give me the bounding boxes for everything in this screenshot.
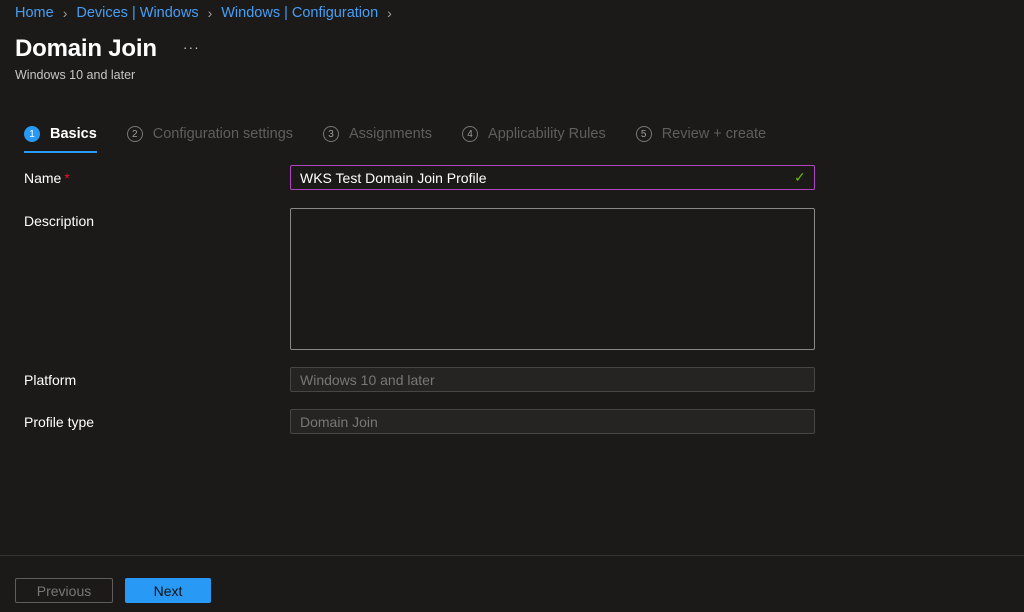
more-options-icon[interactable]: ··· [183,39,200,55]
tab-review-create[interactable]: 5 Review + create [635,122,767,146]
page-subtitle: Windows 10 and later [15,68,136,82]
name-label: Name * [24,170,70,186]
tab-configuration-settings[interactable]: 2 Configuration settings [126,122,294,146]
profile-type-label: Profile type [24,414,95,430]
platform-value: Windows 10 and later [300,371,435,388]
platform-field: Windows 10 and later [290,367,815,392]
step-label: Applicability Rules [488,126,606,142]
chevron-right-icon: › [62,5,68,21]
step-label: Configuration settings [152,126,294,142]
profile-type-value: Domain Join [300,413,378,430]
page-header: Domain Join ··· [15,35,200,63]
tab-applicability-rules[interactable]: 4 Applicability Rules [462,122,606,146]
footer-divider [0,555,1024,556]
description-textarea[interactable] [290,208,815,350]
step-number-icon: 3 [323,126,340,142]
tab-assignments[interactable]: 3 Assignments [323,122,432,146]
chevron-right-icon: › [387,5,392,21]
breadcrumb-windows-configuration[interactable]: Windows | Configuration [221,5,378,21]
checkmark-icon: ✓ [794,169,806,185]
step-number-icon: 4 [462,126,479,142]
platform-label: Platform [24,372,77,388]
step-number-icon: 2 [126,126,143,142]
step-number-icon: 5 [635,126,652,142]
step-label: Basics [50,126,97,142]
breadcrumb-devices-windows[interactable]: Devices | Windows [76,5,198,21]
profile-type-field: Domain Join [290,409,815,434]
step-label: Review + create [661,126,767,142]
page-title: Domain Join [15,35,157,62]
breadcrumb: Home › Devices | Windows › Windows | Con… [15,5,401,21]
description-label: Description [24,213,95,229]
tab-basics[interactable]: 1 Basics [24,122,97,153]
step-number-icon: 1 [24,126,40,142]
name-input[interactable] [290,165,815,190]
chevron-right-icon: › [207,5,213,21]
previous-button[interactable]: Previous [15,578,113,603]
required-indicator: * [64,170,70,186]
breadcrumb-home[interactable]: Home [15,5,54,21]
next-button[interactable]: Next [125,578,211,603]
step-label: Assignments [349,126,433,142]
wizard-steps: 1 Basics 2 Configuration settings 3 Assi… [24,122,796,153]
name-label-text: Name [24,170,62,186]
